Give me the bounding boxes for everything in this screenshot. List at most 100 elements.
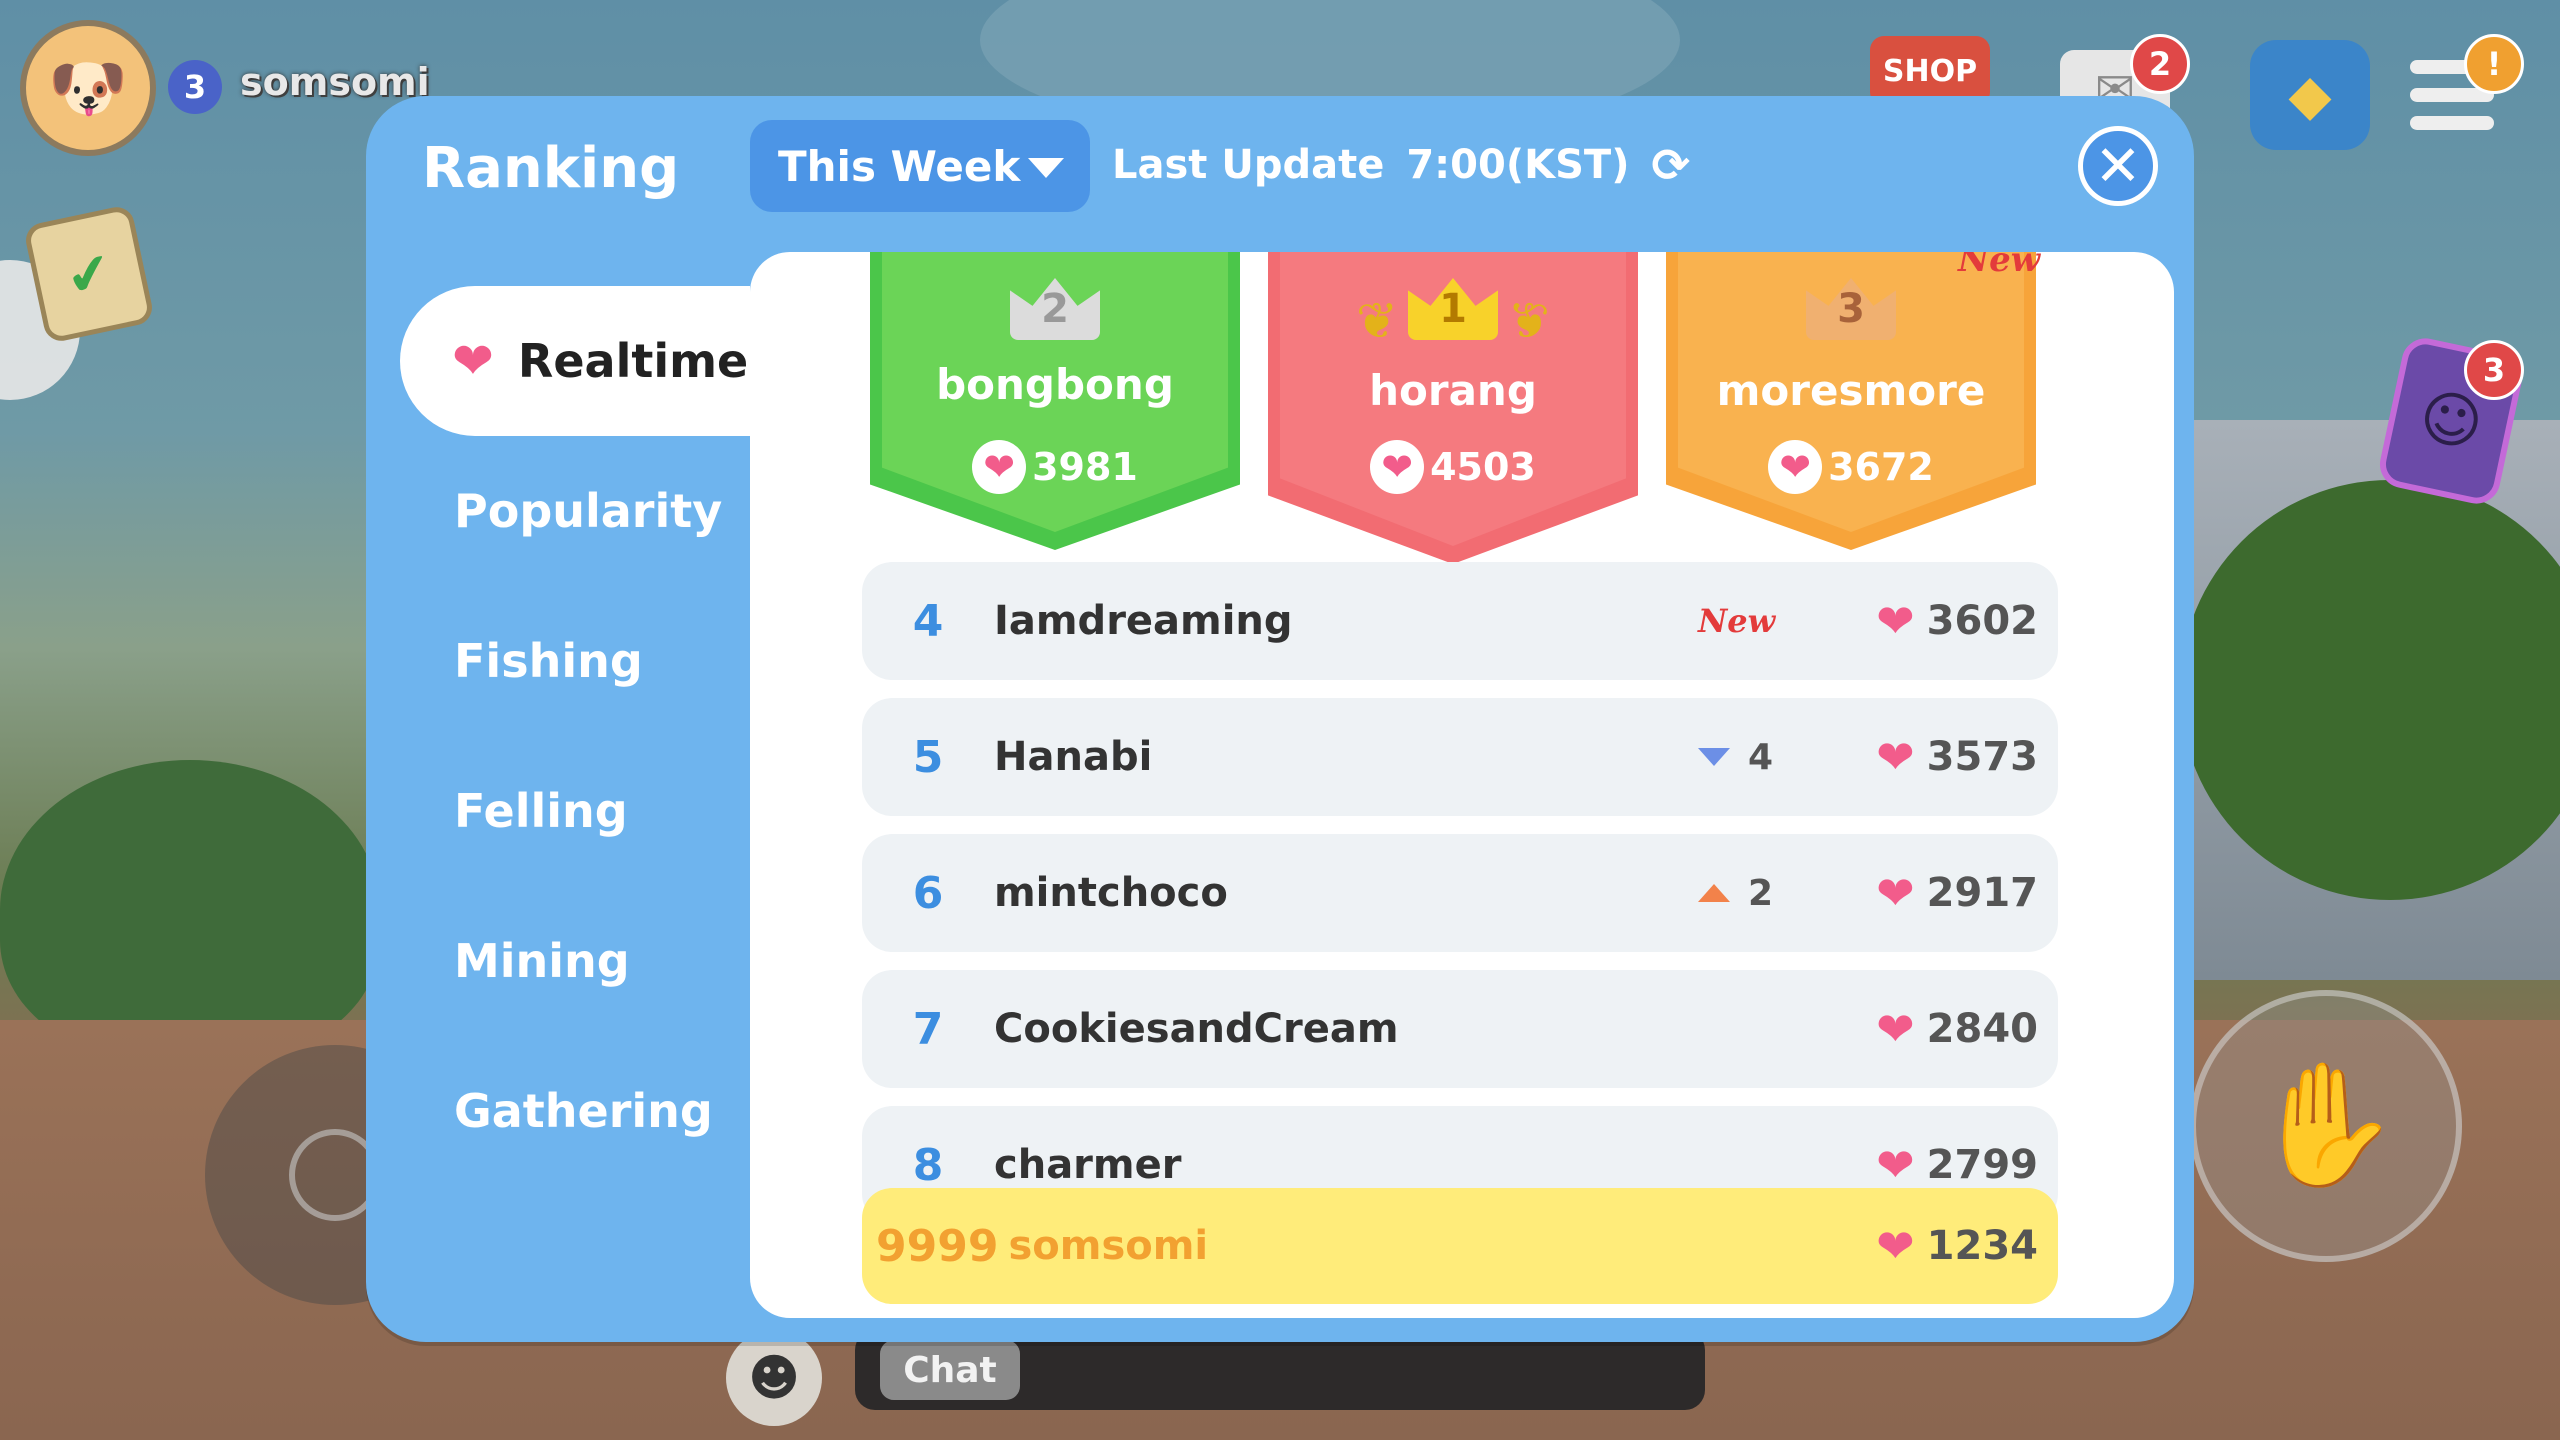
row-rank: 4 bbox=[912, 595, 944, 647]
player-level-badge: 3 bbox=[168, 60, 222, 114]
tab-label: Fishing bbox=[454, 634, 643, 688]
podium-score-value: 4503 bbox=[1430, 445, 1536, 489]
row-score-value: 2799 bbox=[1926, 1142, 2038, 1188]
tab-fishing[interactable]: Fishing bbox=[366, 586, 750, 736]
row-score-value: 2840 bbox=[1926, 1006, 2038, 1052]
heart-icon: ❤ bbox=[452, 332, 494, 390]
row-score-value: 2917 bbox=[1926, 870, 2038, 916]
tab-realtime[interactable]: ❤ Realtime bbox=[400, 286, 750, 436]
my-rank-row[interactable]: 9999 somsomi ❤ 1234 bbox=[862, 1188, 2058, 1304]
heart-icon: ❤ bbox=[1876, 594, 1915, 648]
period-value: This Week bbox=[778, 141, 1021, 191]
row-name: mintchoco bbox=[994, 870, 1228, 916]
hand-icon: ✋ bbox=[2251, 1056, 2401, 1195]
row-score: ❤ 2799 bbox=[1838, 1138, 2058, 1192]
laurel-right-icon: ❦ bbox=[1508, 292, 1550, 350]
tab-label: Gathering bbox=[454, 1084, 713, 1138]
podium-name: bongbong bbox=[936, 360, 1174, 409]
close-button[interactable]: ✕ bbox=[2078, 126, 2158, 206]
inventory-bag-button[interactable]: ◆ bbox=[2250, 40, 2370, 150]
podium-rank-2[interactable]: 2 bongbong ❤ 3981 bbox=[870, 252, 1240, 550]
rank-up-icon bbox=[1698, 884, 1730, 902]
panel-title: Ranking bbox=[422, 136, 680, 201]
heart-icon: ❤ bbox=[972, 440, 1027, 494]
mail-badge: 2 bbox=[2130, 34, 2190, 94]
period-dropdown[interactable]: This Week bbox=[750, 120, 1090, 212]
podium-score: ❤ 3672 bbox=[1666, 440, 2036, 494]
my-name: somsomi bbox=[1008, 1223, 1209, 1269]
refresh-icon[interactable]: ⟳ bbox=[1651, 138, 1690, 192]
podium-name: horang bbox=[1369, 366, 1537, 415]
my-rank: 9999 bbox=[876, 1220, 999, 1272]
ranking-row[interactable]: 4 Iamdreaming New ❤ 3602 bbox=[862, 562, 2058, 680]
row-score: ❤ 3573 bbox=[1838, 730, 2058, 784]
tab-label: Realtime bbox=[517, 334, 749, 388]
row-change: New bbox=[1698, 602, 1838, 640]
phone-badge: 3 bbox=[2464, 340, 2524, 400]
tab-felling[interactable]: Felling bbox=[366, 736, 750, 886]
menu-alert-badge: ! bbox=[2464, 34, 2524, 94]
ranking-panel: Ranking This Week Last Update 7:00(KST) … bbox=[366, 96, 2194, 1342]
category-tabs: ❤ Realtime Popularity Fishing Felling Mi… bbox=[366, 286, 750, 1186]
row-change-value: 2 bbox=[1748, 872, 1774, 914]
last-update-label: Last Update bbox=[1112, 142, 1385, 188]
heart-icon: ❤ bbox=[1876, 866, 1915, 920]
player-name: somsomi bbox=[240, 60, 430, 104]
ranking-content: 2 bongbong ❤ 3981 ❦ ❦ 1 horang ❤ 4503 3 bbox=[750, 252, 2174, 1318]
ranking-row[interactable]: 6 mintchoco 2 ❤ 2917 bbox=[862, 834, 2058, 952]
row-score-value: 3573 bbox=[1926, 734, 2038, 780]
row-rank: 5 bbox=[912, 731, 944, 783]
tab-popularity[interactable]: Popularity bbox=[366, 436, 750, 586]
row-change-value: 4 bbox=[1748, 736, 1774, 778]
chevron-down-icon bbox=[1028, 158, 1064, 178]
palm-tree bbox=[0, 760, 380, 1060]
heart-icon: ❤ bbox=[1876, 1002, 1915, 1056]
bag-icon: ◆ bbox=[2288, 62, 2332, 128]
podium-name: moresmore bbox=[1716, 366, 1986, 415]
tab-gathering[interactable]: Gathering bbox=[366, 1036, 750, 1186]
tab-label: Popularity bbox=[454, 484, 723, 538]
row-name: Iamdreaming bbox=[994, 598, 1293, 644]
tab-mining[interactable]: Mining bbox=[366, 886, 750, 1036]
my-score-value: 1234 bbox=[1926, 1223, 2038, 1269]
podium-score: ❤ 4503 bbox=[1268, 440, 1638, 494]
row-score: ❤ 2840 bbox=[1838, 1002, 2058, 1056]
podium-rank-3[interactable]: 3 moresmore ❤ 3672 bbox=[1666, 252, 2036, 550]
row-score: ❤ 3602 bbox=[1838, 594, 2058, 648]
laurel-left-icon: ❦ bbox=[1356, 292, 1398, 350]
new-tag: New bbox=[1698, 602, 1776, 640]
my-score: ❤ 1234 bbox=[1876, 1219, 2058, 1273]
row-change: 4 bbox=[1698, 737, 1838, 778]
heart-icon: ❤ bbox=[1876, 1138, 1915, 1192]
row-score: ❤ 2917 bbox=[1838, 866, 2058, 920]
podium-score-value: 3981 bbox=[1032, 445, 1138, 489]
close-icon: ✕ bbox=[2094, 133, 2142, 199]
heart-icon: ❤ bbox=[1876, 1219, 1915, 1273]
podium-score: ❤ 3981 bbox=[870, 440, 1240, 494]
last-update: Last Update 7:00(KST) ⟳ bbox=[1112, 138, 1690, 192]
podium-rank-1[interactable]: ❦ ❦ 1 horang ❤ 4503 bbox=[1268, 252, 1638, 564]
podium-score-value: 3672 bbox=[1828, 445, 1934, 489]
ranking-row[interactable]: 7 CookiesandCream ❤ 2840 bbox=[862, 970, 2058, 1088]
row-name: charmer bbox=[994, 1142, 1182, 1188]
rank-down-icon bbox=[1698, 748, 1730, 766]
tab-label: Mining bbox=[454, 934, 630, 988]
heart-icon: ❤ bbox=[1876, 730, 1915, 784]
emote-button[interactable]: ☻ bbox=[726, 1330, 822, 1426]
heart-icon: ❤ bbox=[1370, 440, 1425, 494]
row-score-value: 3602 bbox=[1926, 598, 2038, 644]
ranking-row[interactable]: 5 Hanabi 4 ❤ 3573 bbox=[862, 698, 2058, 816]
tab-label: Felling bbox=[454, 784, 628, 838]
row-rank: 8 bbox=[912, 1139, 944, 1191]
wave-action-button[interactable]: ✋ bbox=[2190, 990, 2462, 1262]
row-change: 2 bbox=[1698, 873, 1838, 914]
row-name: CookiesandCream bbox=[994, 1006, 1399, 1052]
player-avatar[interactable]: 🐶 bbox=[20, 20, 156, 156]
chat-button[interactable]: Chat bbox=[880, 1340, 1020, 1400]
last-update-time: 7:00(KST) bbox=[1406, 142, 1630, 188]
new-tag: New bbox=[1958, 252, 2040, 280]
heart-icon: ❤ bbox=[1768, 440, 1823, 494]
row-name: Hanabi bbox=[994, 734, 1153, 780]
row-rank: 7 bbox=[912, 1003, 944, 1055]
row-rank: 6 bbox=[912, 867, 944, 919]
